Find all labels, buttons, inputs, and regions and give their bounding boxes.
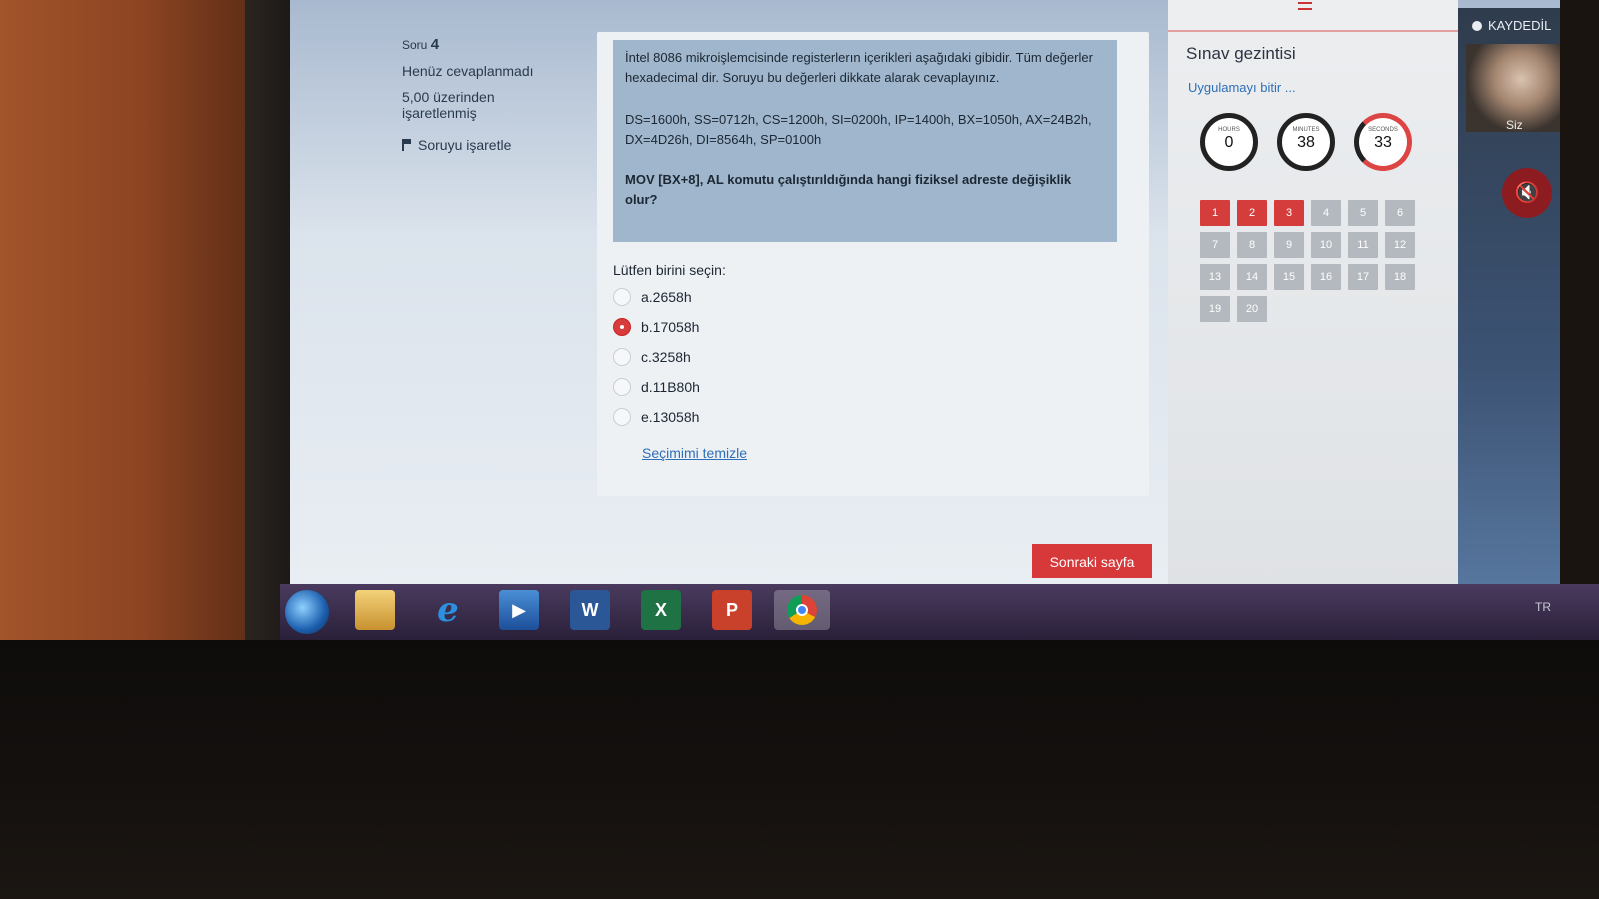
score-text: 5,00 üzerinden işaretlenmiş bbox=[402, 89, 602, 121]
monitor-bottom-bezel bbox=[0, 640, 1599, 899]
next-page-button[interactable]: Sonraki sayfa bbox=[1032, 544, 1152, 578]
question-grid: 1 2 3 4 5 6 7 8 9 10 11 12 13 14 15 16 17 18 19 20 bbox=[1200, 200, 1415, 322]
question-nav-button[interactable]: 14 bbox=[1237, 264, 1267, 290]
question-nav-button[interactable]: 10 bbox=[1311, 232, 1341, 258]
timer-seconds-label: SECONDS bbox=[1368, 127, 1398, 133]
record-dot-icon bbox=[1472, 20, 1482, 31]
timer-hours-value: 0 bbox=[1224, 134, 1234, 151]
timer-hours: HOURS 0 bbox=[1200, 113, 1258, 171]
powerpoint-icon[interactable]: P bbox=[712, 590, 752, 630]
question-nav-button[interactable]: 8 bbox=[1237, 232, 1267, 258]
recording-indicator: KAYDEDİL bbox=[1472, 18, 1551, 33]
answer-label: c.3258h bbox=[641, 349, 691, 365]
question-nav-button[interactable]: 6 bbox=[1385, 200, 1415, 226]
choose-prompt: Lütfen birini seçin: bbox=[613, 262, 726, 278]
flag-icon bbox=[402, 139, 412, 151]
question-nav-button[interactable]: 19 bbox=[1200, 296, 1230, 322]
question-nav-button[interactable]: 15 bbox=[1274, 264, 1304, 290]
quiz-navigation-panel: Sınav gezintisi Uygulamayı bitir ... HOU… bbox=[1168, 0, 1458, 590]
timer-minutes-value: 38 bbox=[1297, 134, 1315, 151]
start-icon[interactable] bbox=[285, 590, 329, 634]
answer-option[interactable]: e.13058h bbox=[613, 402, 700, 432]
register-values: DS=1600h, SS=0712h, CS=1200h, SI=0200h, … bbox=[625, 112, 1092, 147]
nav-divider bbox=[1168, 30, 1458, 32]
word-icon[interactable]: W bbox=[570, 590, 610, 630]
question-nav-button[interactable]: 5 bbox=[1348, 200, 1378, 226]
question-nav-button[interactable]: 11 bbox=[1348, 232, 1378, 258]
question-nav-button[interactable]: 18 bbox=[1385, 264, 1415, 290]
question-number: Soru 4 bbox=[402, 36, 602, 53]
answer-label: b.17058h bbox=[641, 319, 700, 335]
question-info-panel: Soru 4 Henüz cevaplanmadı 5,00 üzerinden… bbox=[402, 36, 602, 153]
language-indicator[interactable]: TR bbox=[1535, 600, 1551, 614]
answer-radio[interactable] bbox=[613, 288, 631, 306]
question-card: İntel 8086 mikroişlemcisinde registerler… bbox=[597, 32, 1275, 496]
taskbar: e ▶ W X P TR bbox=[280, 584, 1599, 640]
webcam-panel: KAYDEDİL Siz 🔇 bbox=[1458, 8, 1560, 590]
question-text-box: İntel 8086 mikroişlemcisinde registerler… bbox=[613, 40, 1117, 242]
timer-seconds-value: 33 bbox=[1374, 134, 1392, 151]
score-line-1: 5,00 üzerinden bbox=[402, 89, 495, 105]
timer-hours-label: HOURS bbox=[1218, 127, 1240, 133]
explorer-icon[interactable] bbox=[355, 590, 395, 630]
question-number-value: 4 bbox=[430, 36, 440, 53]
question-nav-button[interactable]: 4 bbox=[1311, 200, 1341, 226]
question-nav-button[interactable]: 9 bbox=[1274, 232, 1304, 258]
answer-list: a.2658h b.17058h c.3258h d.11B80h e.13058h bbox=[613, 282, 700, 432]
timer-minutes-label: MINUTES bbox=[1292, 127, 1320, 133]
nav-title: Sınav gezintisi bbox=[1186, 44, 1296, 63]
flag-question-button[interactable]: Soruyu işaretle bbox=[402, 137, 602, 153]
question-intro: İntel 8086 mikroişlemcisinde registerler… bbox=[625, 50, 1093, 85]
answer-radio[interactable] bbox=[613, 318, 631, 336]
self-label: Siz bbox=[1506, 118, 1523, 132]
answer-status: Henüz cevaplanmadı bbox=[402, 63, 534, 79]
answer-label: e.13058h bbox=[641, 409, 700, 425]
flag-label: Soruyu işaretle bbox=[418, 137, 512, 153]
menu-icon[interactable] bbox=[1298, 2, 1312, 10]
answer-option[interactable]: d.11B80h bbox=[613, 372, 700, 402]
score-line-2: işaretlenmiş bbox=[402, 105, 477, 121]
question-nav-button[interactable]: 7 bbox=[1200, 232, 1230, 258]
answer-option[interactable]: a.2658h bbox=[613, 282, 700, 312]
question-nav-button[interactable]: 17 bbox=[1348, 264, 1378, 290]
question-nav-button[interactable]: 3 bbox=[1274, 200, 1304, 226]
clear-selection-link[interactable]: Seçimimi temizle bbox=[642, 445, 747, 461]
answer-radio[interactable] bbox=[613, 348, 631, 366]
recording-label: KAYDEDİL bbox=[1488, 18, 1552, 33]
mic-off-icon[interactable]: 🔇 bbox=[1502, 168, 1552, 218]
answer-label: d.11B80h bbox=[641, 379, 700, 395]
question-ask: MOV [BX+8], AL komutu çalıştırıldığında … bbox=[625, 172, 1072, 207]
screen: Soru 4 Henüz cevaplanmadı 5,00 üzerinden… bbox=[290, 0, 1560, 590]
question-nav-button[interactable]: 16 bbox=[1311, 264, 1341, 290]
question-nav-button[interactable]: 2 bbox=[1237, 200, 1267, 226]
answer-option[interactable]: c.3258h bbox=[613, 342, 700, 372]
excel-icon[interactable]: X bbox=[641, 590, 681, 630]
answer-option[interactable]: b.17058h bbox=[613, 312, 700, 342]
timer-seconds: SECONDS 33 bbox=[1354, 113, 1412, 171]
answer-radio[interactable] bbox=[613, 408, 631, 426]
question-nav-button[interactable]: 20 bbox=[1237, 296, 1267, 322]
chrome-icon[interactable] bbox=[774, 590, 830, 630]
question-nav-button[interactable]: 12 bbox=[1385, 232, 1415, 258]
media-player-icon[interactable]: ▶ bbox=[499, 590, 539, 630]
internet-explorer-icon[interactable]: e bbox=[428, 590, 468, 630]
finish-attempt-link[interactable]: Uygulamayı bitir ... bbox=[1188, 80, 1296, 95]
timer-minutes: MINUTES 38 bbox=[1277, 113, 1335, 171]
question-nav-button[interactable]: 1 bbox=[1200, 200, 1230, 226]
answer-label: a.2658h bbox=[641, 289, 692, 305]
question-nav-button[interactable]: 13 bbox=[1200, 264, 1230, 290]
answer-radio[interactable] bbox=[613, 378, 631, 396]
question-label: Soru bbox=[402, 38, 428, 52]
